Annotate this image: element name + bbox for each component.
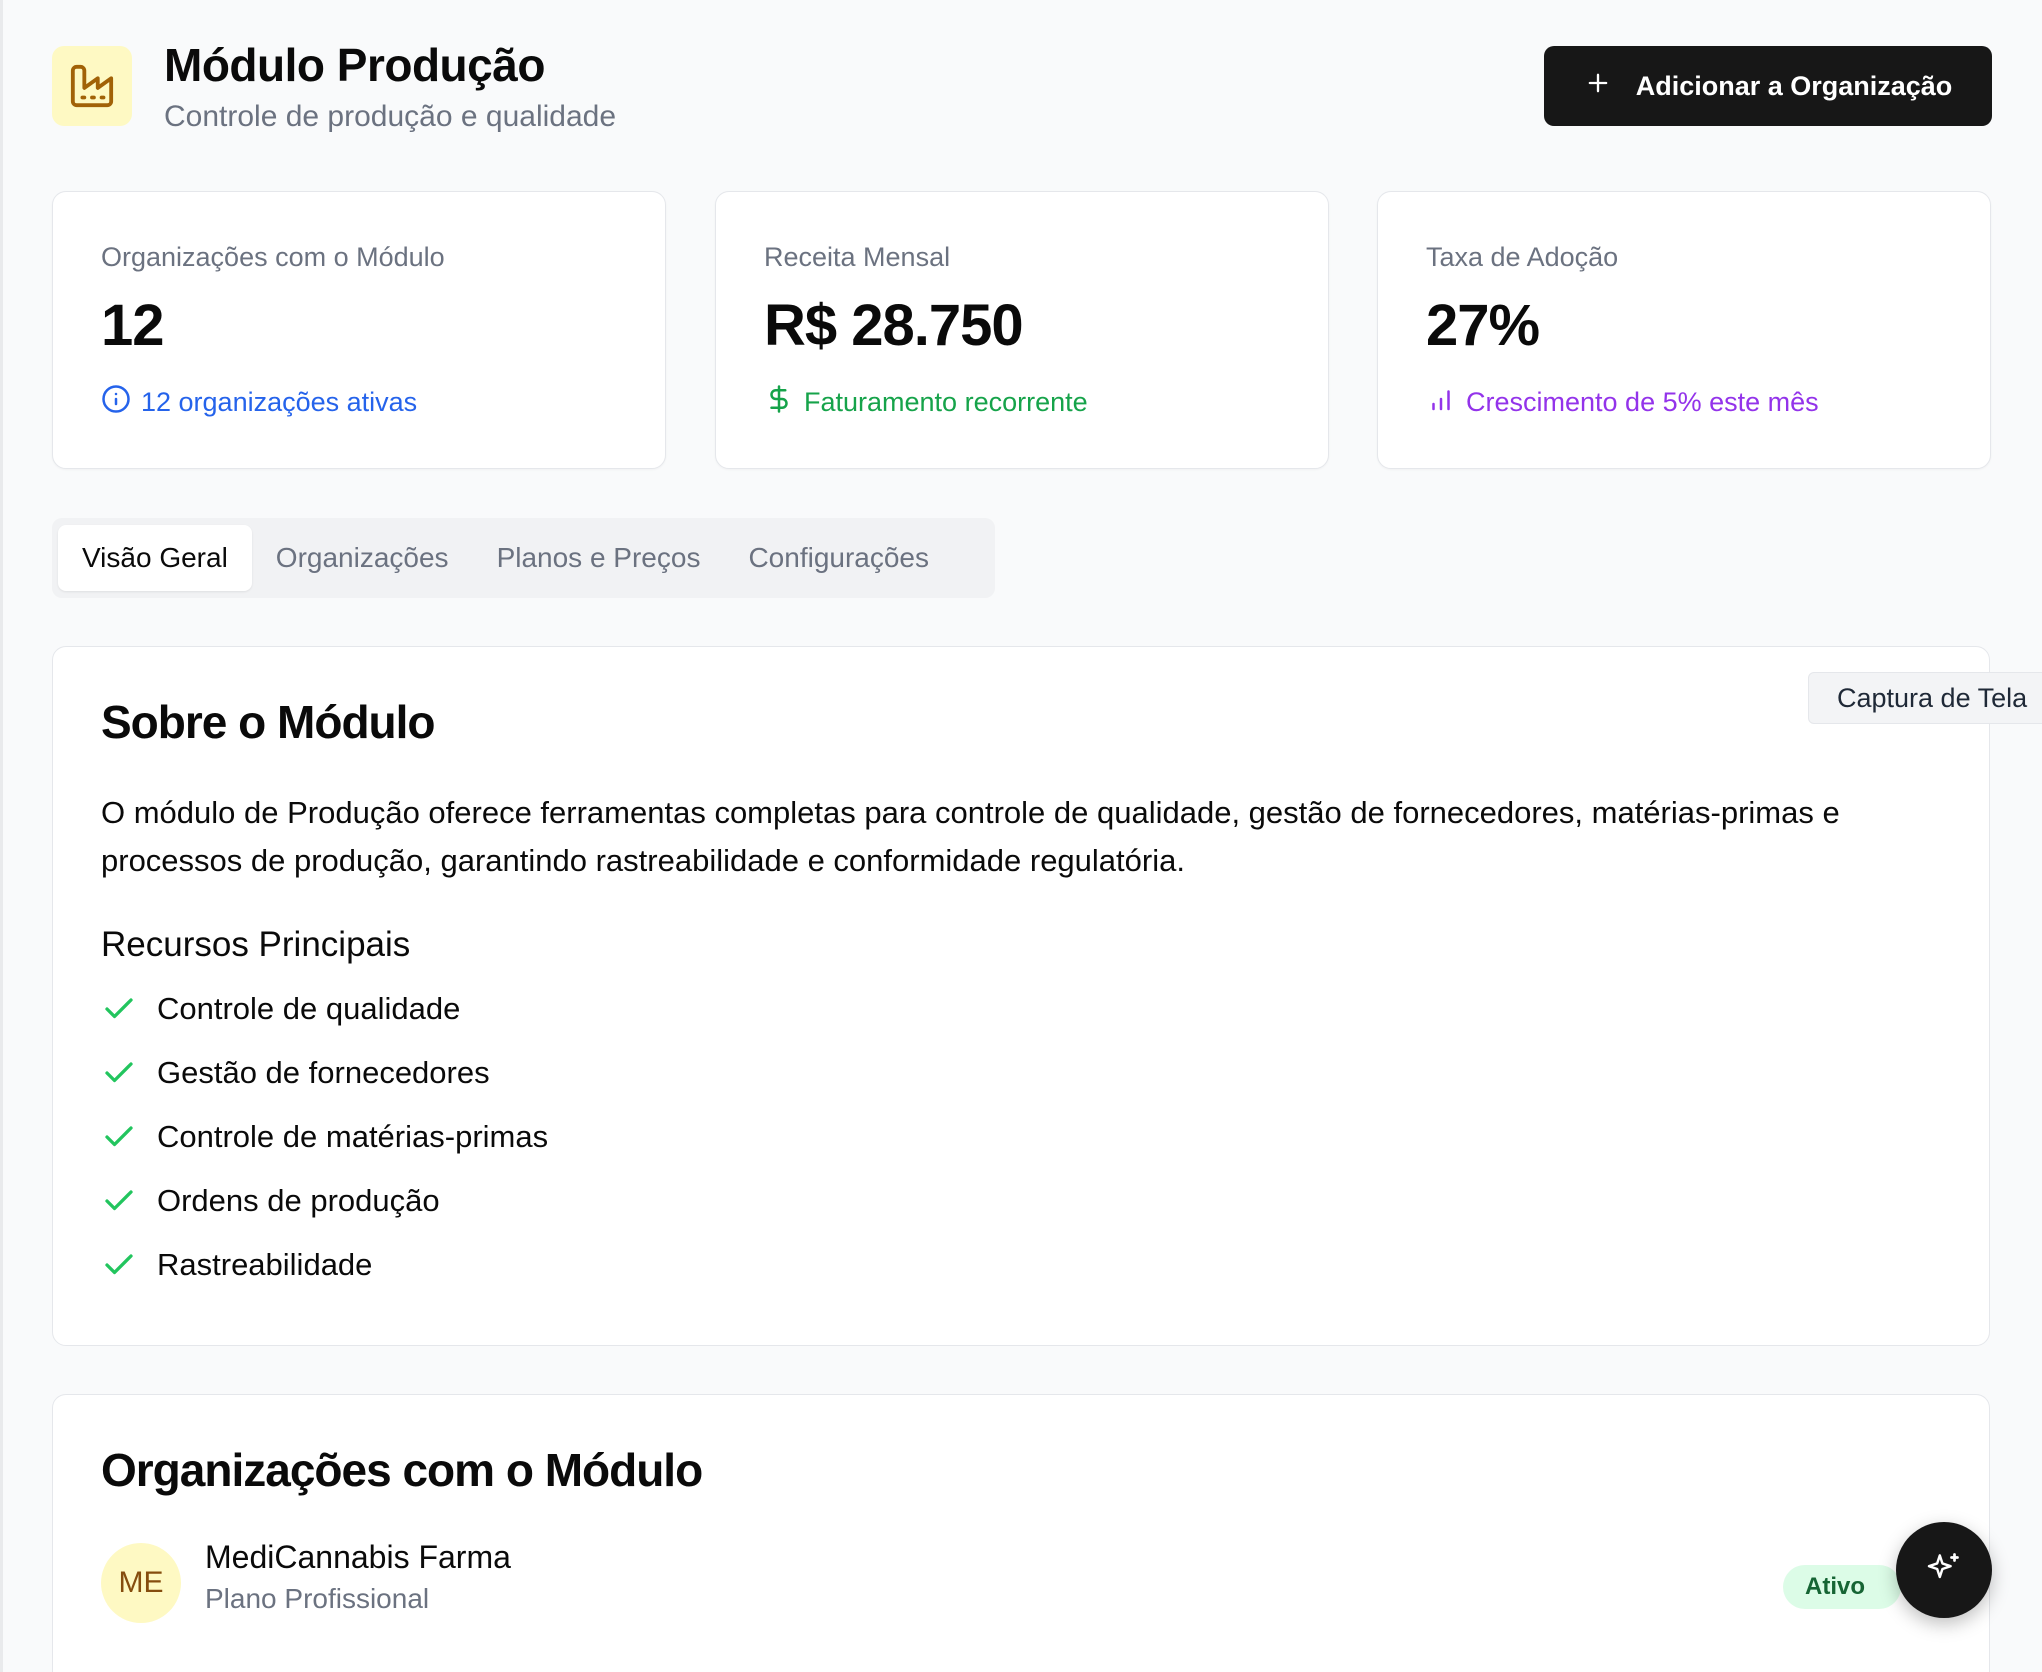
page-header: Módulo Produção Controle de produção e q… (52, 34, 1992, 144)
check-icon (101, 991, 157, 1027)
about-description: O módulo de Produção oferece ferramentas… (101, 795, 1840, 878)
sidebar-edge (0, 0, 3, 1672)
list-item: Gestão de fornecedores (101, 1041, 548, 1105)
plus-icon (1584, 69, 1612, 104)
feature-label: Ordens de produção (157, 1183, 440, 1218)
stat-note: Faturamento recorrente (764, 384, 1088, 421)
about-title: Sobre o Módulo (101, 696, 436, 748)
sparkles-icon (1926, 1550, 1962, 1591)
list-item[interactable]: ME MediCannabis Farma Plano Profissional… (101, 1533, 1941, 1623)
stat-label: Receita Mensal (764, 242, 951, 272)
screenshot-tooltip: Captura de Tela (1808, 672, 2042, 724)
list-item: Ordens de produção (101, 1169, 548, 1233)
organization-plan: Plano Profissional (205, 1583, 430, 1614)
stat-card-organizations: Organizações com o Módulo 12 12 organiza… (52, 191, 666, 469)
factory-icon (52, 46, 132, 126)
tab-plans-pricing[interactable]: Planos e Preços (473, 525, 725, 591)
stat-value: 12 (101, 293, 165, 358)
stat-note-text: 12 organizações ativas (141, 387, 418, 417)
check-icon (101, 1183, 157, 1219)
stat-label: Organizações com o Módulo (101, 242, 445, 272)
stat-value: 27% (1426, 293, 1540, 358)
tab-settings[interactable]: Configurações (724, 525, 953, 591)
feature-label: Controle de matérias-primas (157, 1119, 549, 1154)
dollar-icon (764, 384, 794, 421)
stat-note: Crescimento de 5% este mês (1426, 384, 1819, 421)
add-button-label: Adicionar a Organização (1635, 70, 1953, 101)
feature-label: Rastreabilidade (157, 1247, 373, 1282)
features-list: Controle de qualidade Gestão de forneced… (101, 977, 548, 1297)
feature-label: Controle de qualidade (157, 991, 461, 1026)
stat-card-revenue: Receita Mensal R$ 28.750 Faturamento rec… (715, 191, 1329, 469)
stat-value: R$ 28.750 (764, 293, 1024, 358)
list-item: Controle de matérias-primas (101, 1105, 548, 1169)
about-module-card: Sobre o Módulo O módulo de Produção ofer… (52, 646, 1990, 1346)
stat-label: Taxa de Adoção (1426, 242, 1619, 272)
list-item: Rastreabilidade (101, 1233, 548, 1297)
stat-note-text: Faturamento recorrente (804, 387, 1088, 417)
avatar: ME (101, 1543, 181, 1623)
page-subtitle: Controle de produção e qualidade (164, 100, 617, 133)
organizations-card: Organizações com o Módulo ME MediCannabi… (52, 1394, 1990, 1672)
tab-list: Visão Geral Organizações Planos e Preços… (52, 518, 995, 598)
page: Módulo Produção Controle de produção e q… (0, 0, 2042, 1672)
tab-overview[interactable]: Visão Geral (58, 525, 252, 591)
check-icon (101, 1055, 157, 1091)
organizations-title: Organizações com o Módulo (101, 1444, 703, 1496)
status-badge: Ativo (1783, 1565, 1901, 1609)
tab-organizations[interactable]: Organizações (252, 525, 473, 591)
check-icon (101, 1119, 157, 1155)
stat-note: 12 organizações ativas (101, 384, 417, 421)
organization-name: MediCannabis Farma (205, 1539, 511, 1575)
bar-chart-icon (1426, 384, 1456, 421)
stat-card-adoption: Taxa de Adoção 27% Crescimento de 5% est… (1377, 191, 1991, 469)
info-icon (101, 384, 131, 421)
page-title: Módulo Produção (164, 39, 545, 91)
features-title: Recursos Principais (101, 925, 411, 964)
check-icon (101, 1247, 157, 1283)
feature-label: Gestão de fornecedores (157, 1055, 490, 1090)
stat-note-text: Crescimento de 5% este mês (1466, 387, 1819, 417)
ai-assistant-button[interactable] (1896, 1522, 1992, 1618)
add-to-organization-button[interactable]: Adicionar a Organização (1544, 46, 1992, 126)
list-item: Controle de qualidade (101, 977, 548, 1041)
